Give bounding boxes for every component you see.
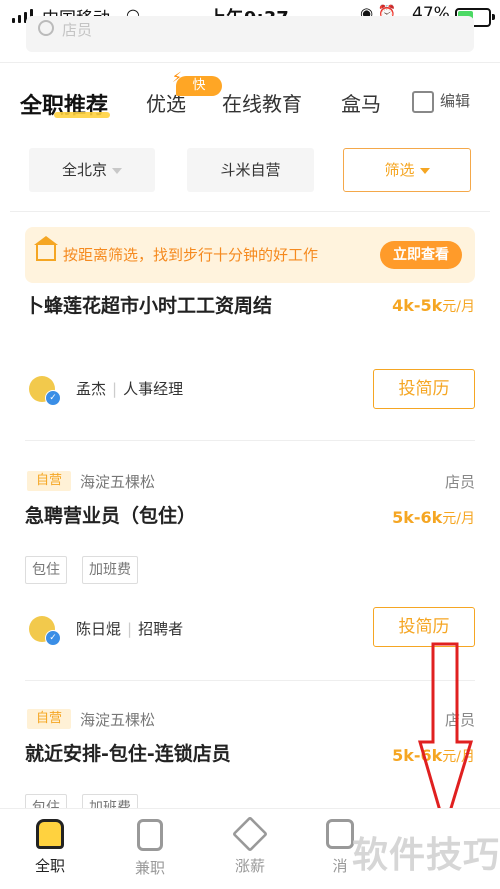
search-input[interactable]: 店员: [62, 19, 92, 40]
divider: [10, 211, 490, 212]
phone-icon: [137, 819, 163, 851]
job-role: 店员: [444, 473, 475, 491]
apply-button[interactable]: 投简历: [373, 607, 475, 647]
job-salary: 5k-6k元/月: [392, 508, 475, 527]
apply-button[interactable]: 投简历: [373, 369, 475, 409]
job-salary: 4k-5k元/月: [392, 296, 475, 315]
self-run-badge: 自营: [27, 709, 72, 729]
search-icon: [38, 20, 54, 36]
divider: [0, 62, 500, 63]
job-location: 海淀五棵松: [80, 473, 156, 491]
divider: [25, 440, 475, 441]
home-icon: [36, 819, 64, 849]
tab-fade: [380, 70, 410, 130]
job-tag: 加班费: [82, 556, 138, 584]
chevron-down-icon: [419, 167, 430, 174]
search-bar[interactable]: 店员: [26, 16, 474, 52]
view-now-button[interactable]: 立即查看: [380, 241, 462, 269]
banner-text: 按距离筛选，找到步行十分钟的好工作: [63, 246, 319, 264]
tab-online-education[interactable]: 在线教育: [222, 88, 302, 117]
tab-hema[interactable]: 盒马: [341, 88, 381, 117]
nav-full-time[interactable]: 全职: [10, 819, 90, 876]
job-location: 海淀五棵松: [80, 711, 156, 729]
edit-label: 编辑: [440, 92, 471, 110]
self-run-filter[interactable]: 斗米自营: [187, 148, 314, 192]
fast-badge: ⚡ 快: [172, 70, 222, 96]
recruiter-info: 陈日焜 | 招聘者: [76, 620, 184, 638]
chevron-down-icon: [112, 167, 122, 174]
job-title[interactable]: 就近安排-包住-连锁店员: [25, 740, 231, 768]
edit-tabs-button[interactable]: 编辑: [412, 90, 470, 113]
edit-icon: [412, 90, 434, 113]
city-filter[interactable]: 全北京: [29, 148, 155, 192]
distance-filter-banner[interactable]: 按距离筛选，找到步行十分钟的好工作 立即查看: [25, 227, 475, 283]
message-icon: [326, 819, 354, 849]
verified-icon: ✓: [45, 630, 61, 646]
avatar: ✓: [29, 376, 61, 406]
avatar: ✓: [29, 616, 61, 646]
recruiter-info: 孟杰 | 人事经理: [76, 380, 184, 398]
verified-icon: ✓: [45, 390, 61, 406]
job-title[interactable]: 卜蜂莲花超市小时工工资周结: [25, 292, 285, 320]
home-icon: [34, 236, 58, 261]
self-run-badge: 自营: [27, 471, 72, 491]
divider: [25, 680, 475, 681]
diamond-icon: [231, 815, 269, 853]
filter-button[interactable]: 筛选: [343, 148, 471, 192]
job-tag: 包住: [25, 556, 67, 584]
watermark: 软件技巧: [352, 835, 500, 876]
lightning-icon: ⚡: [172, 70, 182, 86]
active-tab-indicator: [54, 112, 110, 118]
scroll-down-arrow-icon: [418, 642, 474, 832]
job-title[interactable]: 急聘营业员（包住）: [25, 502, 196, 530]
nav-part-time[interactable]: 兼职: [110, 819, 190, 878]
nav-raise[interactable]: 涨薪: [210, 815, 290, 876]
